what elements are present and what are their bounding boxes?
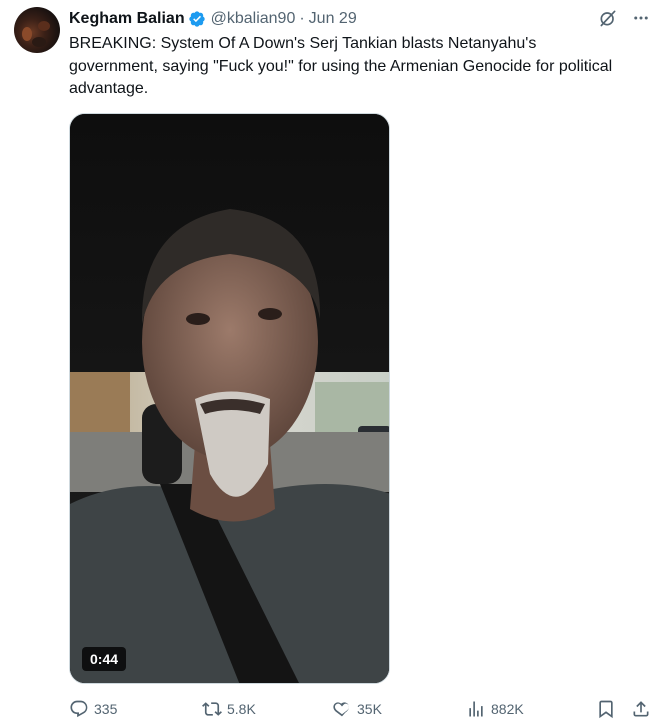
- author-handle[interactable]: @kbalian90: [211, 10, 296, 28]
- repost-button[interactable]: 5.8K: [202, 699, 256, 719]
- reply-button[interactable]: 335: [69, 699, 117, 719]
- tweet[interactable]: Kegham Balian @kbalian90 · Jun 29 BREAKI…: [0, 0, 668, 727]
- author-name[interactable]: Kegham Balian: [69, 10, 185, 28]
- like-count: 35K: [357, 701, 382, 717]
- more-icon[interactable]: [632, 9, 650, 27]
- grok-icon[interactable]: [598, 8, 618, 28]
- views-button[interactable]: 882K: [466, 699, 524, 719]
- reply-count: 335: [94, 701, 118, 717]
- video-duration: 0:44: [82, 647, 127, 671]
- views-icon: [469, 701, 483, 717]
- separator-dot: ·: [299, 10, 305, 27]
- heart-icon: [333, 702, 350, 717]
- tweet-date[interactable]: Jun 29: [309, 10, 357, 28]
- video-thumbnail: [70, 114, 389, 683]
- share-icon: [633, 701, 649, 717]
- tweet-actions: 335 5.8K 35K 882K: [69, 699, 649, 721]
- bookmark-icon: [599, 700, 613, 719]
- verified-badge-icon[interactable]: [188, 10, 206, 28]
- share-button[interactable]: [631, 699, 651, 719]
- tweet-text: BREAKING: System Of A Down's Serj Tankia…: [69, 35, 613, 97]
- repost-count: 5.8K: [227, 701, 256, 717]
- bookmark-button[interactable]: [596, 699, 616, 719]
- tweet-header: Kegham Balian @kbalian90 · Jun 29: [69, 8, 357, 30]
- reply-icon: [70, 700, 88, 718]
- top-actions: [598, 8, 650, 28]
- repost-icon: [202, 702, 222, 716]
- views-count: 882K: [491, 701, 524, 717]
- avatar[interactable]: [14, 7, 60, 53]
- video-player[interactable]: 0:44: [69, 113, 390, 684]
- like-button[interactable]: 35K: [332, 699, 382, 719]
